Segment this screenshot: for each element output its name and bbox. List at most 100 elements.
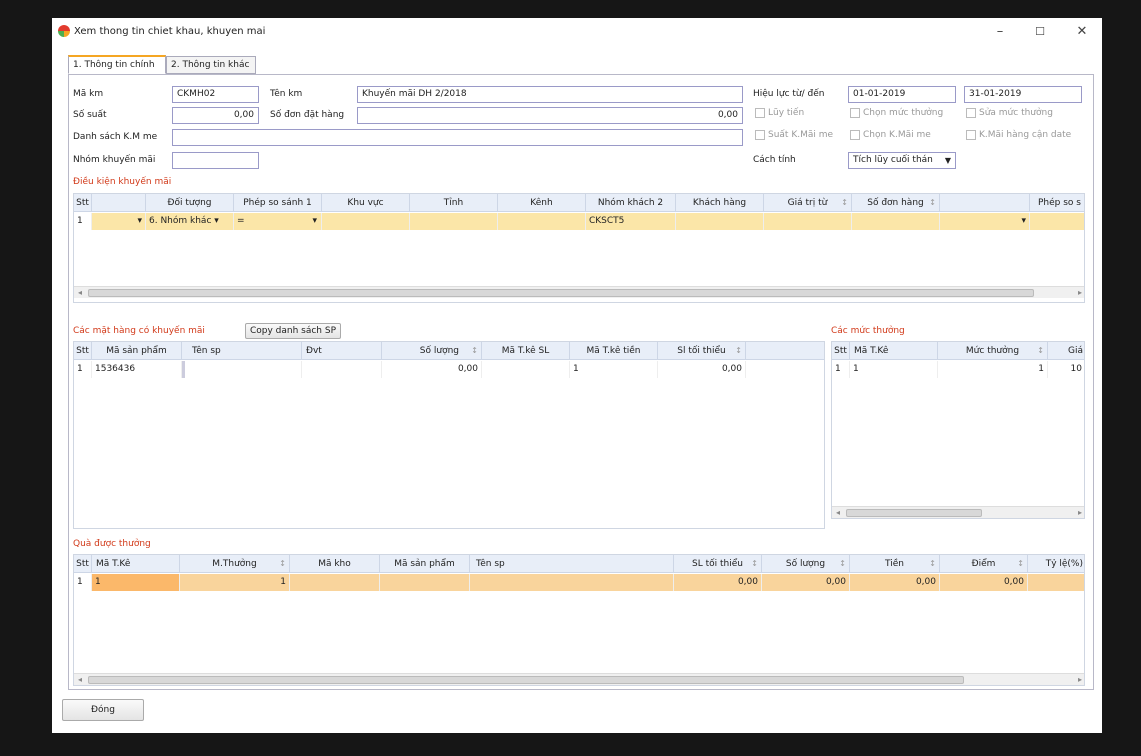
cell-so-don[interactable] xyxy=(852,213,940,230)
cell-gia[interactable]: 10 xyxy=(1048,361,1084,378)
cell-phep-so-2[interactable] xyxy=(1030,213,1084,230)
cell-tinh[interactable] xyxy=(410,213,498,230)
cell-doi-tuong[interactable]: 6. Nhóm khác ▾ xyxy=(146,213,234,230)
cell-ma-sp[interactable]: 1536436 xyxy=(92,361,182,378)
cell-ma-sp[interactable] xyxy=(380,574,470,591)
col-stt[interactable]: Stt xyxy=(74,555,92,573)
col-ma-tke-sl[interactable]: Mã T.kê SL xyxy=(482,342,570,360)
col-phep-so-sanh[interactable]: Phép so sánh 1 xyxy=(234,194,322,212)
cell-nhom-khach[interactable]: CKSCT5 xyxy=(586,213,676,230)
table-row[interactable]: 1 1 1 0,00 0,00 0,00 0,00 xyxy=(74,574,1084,591)
col-ma-kho[interactable]: Mã kho xyxy=(290,555,380,573)
table-row[interactable]: 1 ▾ 6. Nhóm khác ▾ = ▾ CKSCT5 ▾ xyxy=(74,213,1084,230)
col-nhom-khach[interactable]: Nhóm khách 2 xyxy=(586,194,676,212)
minimize-button[interactable]: – xyxy=(988,22,1012,42)
cell-muc[interactable]: 1 xyxy=(938,361,1048,378)
tab-other-info[interactable]: 2. Thông tin khác xyxy=(166,56,256,74)
cell-kenh[interactable] xyxy=(498,213,586,230)
col-diem[interactable]: Điểm ↕ xyxy=(940,555,1028,573)
cell-khach-hang[interactable] xyxy=(676,213,764,230)
col-stt[interactable]: Stt xyxy=(74,342,92,360)
nhom-km-field[interactable] xyxy=(172,152,259,169)
danh-sach-field[interactable] xyxy=(172,129,743,146)
cell-so-luong[interactable]: 0,00 xyxy=(382,361,482,378)
col-ty-le[interactable]: Tỷ lệ(%) xyxy=(1028,555,1084,573)
cell-m-thuong[interactable]: 1 xyxy=(180,574,290,591)
col-dvt[interactable]: Đvt xyxy=(302,342,382,360)
kmai-can-date-checkbox[interactable] xyxy=(966,130,976,140)
col-tien[interactable]: Tiền ↕ xyxy=(850,555,940,573)
chon-muc-thuong-checkbox[interactable] xyxy=(850,108,860,118)
col-ma-sp[interactable]: Mã sản phẩm xyxy=(92,342,182,360)
so-suat-field[interactable]: 0,00 xyxy=(172,107,259,124)
copy-sp-button[interactable]: Copy danh sách SP xyxy=(245,323,341,339)
cell-khu-vuc[interactable] xyxy=(322,213,410,230)
cell-ma-kho[interactable] xyxy=(290,574,380,591)
col-sl-toi-thieu[interactable]: Sl tối thiểu ↕ xyxy=(658,342,746,360)
chon-kmai-me-checkbox[interactable] xyxy=(850,130,860,140)
cell-phep-so[interactable]: = ▾ xyxy=(234,213,322,230)
cell-tien[interactable]: 0,00 xyxy=(850,574,940,591)
maximize-button[interactable]: ☐ xyxy=(1028,22,1052,42)
col-phep-so-2[interactable]: Phép so s xyxy=(1030,194,1084,212)
cell-dropdown-2[interactable]: ▾ xyxy=(940,213,1030,230)
date-to-field[interactable]: 31-01-2019 xyxy=(964,86,1082,103)
col-blank[interactable] xyxy=(92,194,146,212)
col-so-don-hang[interactable]: Số đơn hàng ↕ xyxy=(852,194,940,212)
ten-km-field[interactable]: Khuyến mãi DH 2/2018 xyxy=(357,86,743,103)
tab-main-info[interactable]: 1. Thông tin chính xyxy=(68,55,166,74)
scroll-thumb[interactable] xyxy=(88,676,964,684)
col-stt[interactable]: Stt xyxy=(74,194,92,212)
dong-button[interactable]: Đóng xyxy=(62,699,144,721)
col-ten-sp[interactable]: Tên sp xyxy=(470,555,674,573)
cell-gia-tri[interactable] xyxy=(764,213,852,230)
col-ten-sp[interactable]: Tên sp xyxy=(182,342,302,360)
col-gia-tri-tu[interactable]: Giá trị từ ↕ xyxy=(764,194,852,212)
luy-tien-checkbox[interactable] xyxy=(755,108,765,118)
col-khu-vuc[interactable]: Khu vực xyxy=(322,194,410,212)
col-blank-2[interactable] xyxy=(940,194,1030,212)
col-sl-toi-thieu[interactable]: SL tối thiểu ↕ xyxy=(674,555,762,573)
col-doi-tuong[interactable]: Đối tượng xyxy=(146,194,234,212)
table-row[interactable]: 1 1536436 0,00 1 0,00 xyxy=(74,361,824,378)
scroll-thumb[interactable] xyxy=(846,509,982,517)
so-don-field[interactable]: 0,00 xyxy=(357,107,743,124)
cell-dvt[interactable] xyxy=(302,361,382,378)
col-tinh[interactable]: Tỉnh xyxy=(410,194,498,212)
ma-km-field[interactable]: CKMH02 xyxy=(172,86,259,103)
cell-ten-sp[interactable] xyxy=(182,361,302,378)
close-button[interactable]: ✕ xyxy=(1070,22,1094,42)
cell-ma-tke-tien[interactable]: 1 xyxy=(570,361,658,378)
col-stt[interactable]: Stt xyxy=(832,342,850,360)
col-kenh[interactable]: Kênh xyxy=(498,194,586,212)
cell-ten-sp[interactable] xyxy=(470,574,674,591)
dieu-kien-hscroll[interactable]: ◂ ▸ xyxy=(74,286,1084,298)
cell-ma-tke-sl[interactable] xyxy=(482,361,570,378)
cell-ty-le[interactable] xyxy=(1028,574,1084,591)
col-khach-hang[interactable]: Khách hàng xyxy=(676,194,764,212)
muc-thuong-hscroll[interactable]: ◂ ▸ xyxy=(832,506,1084,518)
cach-tinh-select[interactable]: Tích lũy cuối thán ▼ xyxy=(848,152,956,169)
table-row[interactable]: 1 1 1 10 xyxy=(832,361,1084,378)
col-so-luong[interactable]: Số lượng ↕ xyxy=(382,342,482,360)
col-muc-thuong[interactable]: Mức thưởng ↕ xyxy=(938,342,1048,360)
sua-muc-thuong-checkbox[interactable] xyxy=(966,108,976,118)
col-ma-tke[interactable]: Mã T.Kê xyxy=(92,555,180,573)
cell-ma-tke[interactable]: 1 xyxy=(850,361,938,378)
cell-ma-tke[interactable]: 1 xyxy=(92,574,180,591)
date-from-field[interactable]: 01-01-2019 xyxy=(848,86,956,103)
cell-sl-toi-thieu[interactable]: 0,00 xyxy=(674,574,762,591)
cell-sl-toi-thieu[interactable]: 0,00 xyxy=(658,361,746,378)
col-gia[interactable]: Giá xyxy=(1048,342,1084,360)
cell-dropdown[interactable]: ▾ xyxy=(92,213,146,230)
col-ma-tke[interactable]: Mã T.Kê xyxy=(850,342,938,360)
suat-kmai-me-checkbox[interactable] xyxy=(755,130,765,140)
col-ma-tke-tien[interactable]: Mã T.kê tiền xyxy=(570,342,658,360)
cell-diem[interactable]: 0,00 xyxy=(940,574,1028,591)
col-ma-sp[interactable]: Mã sản phẩm xyxy=(380,555,470,573)
col-m-thuong[interactable]: M.Thưởng ↕ xyxy=(180,555,290,573)
col-so-luong[interactable]: Số lượng ↕ xyxy=(762,555,850,573)
scroll-thumb[interactable] xyxy=(88,289,1034,297)
qua-hscroll[interactable]: ◂ ▸ xyxy=(74,673,1084,685)
cell-so-luong[interactable]: 0,00 xyxy=(762,574,850,591)
